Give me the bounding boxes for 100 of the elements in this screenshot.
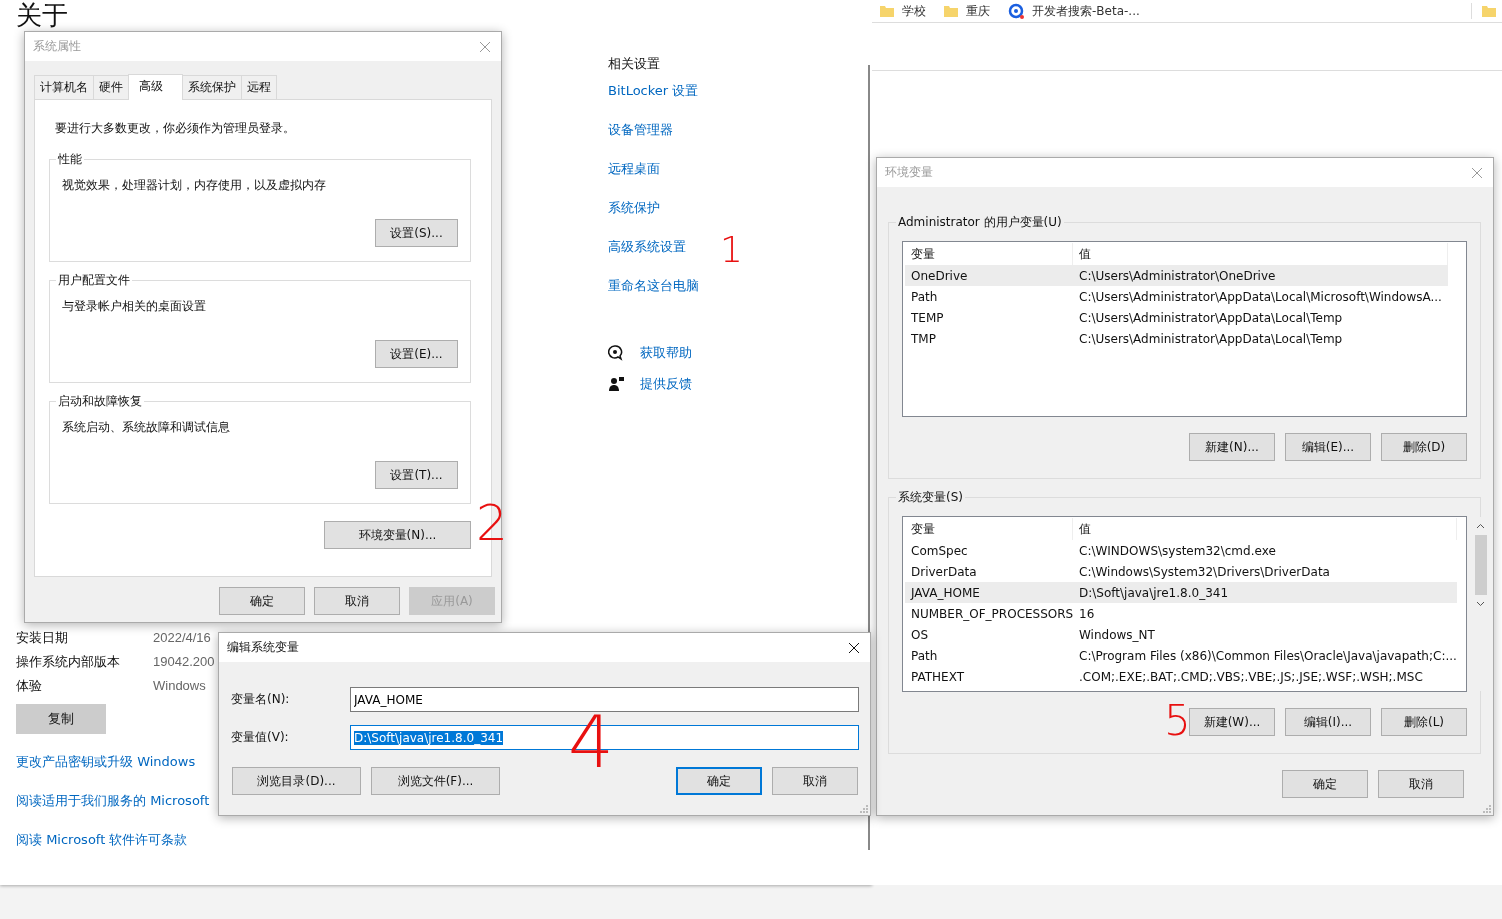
bookmark[interactable]: 学校 [880, 2, 926, 20]
table-cell-text: OneDrive [910, 268, 969, 283]
person-icon [608, 376, 624, 392]
window-title: 编辑系统变量 [227, 639, 299, 656]
table-cell-text: C:\Users\Administrator\OneDrive [1078, 268, 1277, 283]
button[interactable]: 确定 [676, 767, 762, 795]
button[interactable]: 设置(S)... [375, 219, 458, 247]
list-row[interactable]: PATHEXT .COM;.EXE;.BAT;.CMD;.VBS;.VBE;.JS;.JSE;.WSF;.WSH;.MSC [905, 666, 1457, 687]
table-cell-text: .COM;.EXE;.BAT;.CMD;.VBS;.VBE;.JS;.JSE;.WSF;.WSH;.MSC [1078, 669, 1424, 684]
section-heading: 相关设置 [608, 55, 661, 73]
field-label: 变量值(V): [231, 729, 290, 746]
link[interactable]: 远程桌面 [608, 159, 660, 179]
group-description: 系统启动、系统故障和调试信息 [62, 419, 231, 436]
group-title: 用户配置文件 [56, 272, 132, 289]
button[interactable]: 编辑(I)... [1285, 708, 1371, 736]
info-value: 2022/4/16 [153, 629, 211, 647]
button[interactable]: 浏览文件(F)... [371, 767, 500, 795]
window-title: 系统属性 [33, 38, 81, 55]
button[interactable]: 确定 [219, 587, 305, 615]
list-row[interactable]: TMP C:\Users\Administrator\AppData\Local\Temp [905, 328, 1448, 349]
button[interactable]: 确定 [1282, 770, 1368, 798]
list-row[interactable]: Path C:\Users\Administrator\AppData\Local\Microsoft\WindowsA... [905, 286, 1448, 307]
bookmark[interactable]: 开发者搜索-Beta-... [1008, 2, 1140, 20]
bookmark[interactable]: 重庆 [944, 2, 990, 20]
link[interactable]: 阅读 Microsoft 软件许可条款 [16, 830, 188, 850]
button[interactable]: 删除(D) [1381, 433, 1467, 461]
handwritten-number: 1 [720, 232, 743, 268]
button[interactable]: 浏览目录(D)... [232, 767, 361, 795]
button[interactable]: 取消 [314, 587, 400, 615]
table-cell-text: Path [910, 648, 939, 663]
table-cell-text: OS [910, 627, 930, 642]
link[interactable]: BitLocker 设置 [608, 81, 699, 101]
table-cell-text: C:\Program Files (x86)\Common Files\Oracle\Java\javapath;C:... [1078, 648, 1457, 663]
button[interactable]: 删除(L) [1381, 708, 1467, 736]
table-cell-text: NUMBER_OF_PROCESSORS [910, 606, 1073, 621]
window-title: 环境变量 [885, 164, 933, 181]
folder-icon [880, 5, 894, 17]
list-row[interactable]: NUMBER_OF_PROCESSORS 16 [905, 603, 1457, 624]
target-icon [1008, 3, 1024, 19]
link[interactable]: 系统保护 [608, 198, 660, 218]
info-value: Windows [153, 677, 206, 695]
link[interactable]: 高级系统设置 [608, 237, 686, 257]
copy-button[interactable]: 复制 [16, 704, 106, 734]
table-cell-text: C:\Users\Administrator\AppData\Local\Microsoft\WindowsA... [1078, 289, 1443, 304]
list-row[interactable]: TEMP C:\Users\Administrator\AppData\Local\Temp [905, 307, 1448, 328]
table-cell-text: ComSpec [910, 543, 969, 558]
info-label: 安装日期 [16, 629, 69, 647]
table-cell-text: PATHEXT [910, 669, 966, 684]
info-value: 19042.200 [153, 653, 215, 671]
notice-text: 要进行大多数更改，你必须作为管理员登录。 [55, 120, 296, 137]
field-label: 变量名(N): [231, 691, 291, 708]
button[interactable]: 新建(W)... [1189, 708, 1275, 736]
table-cell-text: C:\Users\Administrator\AppData\Local\Temp [1078, 310, 1344, 325]
list-row[interactable]: DriverData C:\Windows\System32\Drivers\DriverData [905, 561, 1457, 582]
list-row[interactable]: ComSpec C:\WINDOWS\system32\cmd.exe [905, 540, 1457, 561]
table-cell-text: D:\Soft\java\jre1.8.0_341 [1078, 585, 1230, 600]
list-row[interactable]: OS Windows_NT [905, 624, 1457, 645]
button[interactable]: 设置(E)... [375, 340, 458, 368]
button[interactable]: 编辑(E)... [1285, 433, 1371, 461]
button[interactable]: 新建(N)... [1189, 433, 1275, 461]
chat-bubble-icon [608, 345, 624, 361]
list-row[interactable]: JAVA_HOME D:\Soft\java\jre1.8.0_341 [905, 582, 1457, 603]
column-header[interactable]: 值 [1073, 518, 1457, 540]
list-row[interactable]: Path C:\Program Files (x86)\Common Files\Oracle\Java\javapath;C:... [905, 645, 1457, 666]
handwritten-number: 5 [1164, 700, 1191, 742]
link[interactable]: 更改产品密钥或升级 Windows [16, 752, 196, 772]
table-cell-text: TMP [910, 331, 937, 346]
table-cell-text: JAVA_HOME [909, 585, 981, 600]
group-title: 性能 [56, 151, 84, 168]
table-cell-text: TEMP [910, 310, 945, 325]
button[interactable]: 取消 [1378, 770, 1464, 798]
button[interactable]: 设置(T)... [375, 461, 458, 489]
tab[interactable]: 高级 [128, 74, 183, 100]
list-row[interactable]: OneDrive C:\Users\Administrator\OneDrive [905, 265, 1448, 286]
link[interactable]: 提供反馈 [640, 374, 692, 394]
column-header[interactable]: 变量 [905, 518, 1073, 540]
table-cell-text: C:\Users\Administrator\AppData\Local\Temp [1078, 331, 1344, 346]
link[interactable]: 设备管理器 [608, 120, 673, 140]
resize-grip-icon [1483, 805, 1491, 813]
link[interactable]: 获取帮助 [640, 343, 692, 363]
tab[interactable]: 远程 [241, 75, 277, 99]
button[interactable]: 取消 [772, 767, 858, 795]
button[interactable]: 环境变量(N)... [324, 521, 471, 549]
link[interactable]: 重命名这台电脑 [608, 276, 699, 296]
folder-icon [1482, 5, 1496, 17]
info-label: 体验 [16, 677, 43, 695]
group-description: 与登录帐户相关的桌面设置 [62, 298, 207, 315]
close-icon[interactable] [848, 641, 860, 654]
tab[interactable]: 计算机名 [34, 75, 94, 99]
table-cell-text: Path [910, 289, 939, 304]
table-cell-text: DriverData [910, 564, 978, 579]
link[interactable]: 阅读适用于我们服务的 Microsoft [16, 791, 210, 811]
table-cell-text: C:\Windows\System32\Drivers\DriverData [1078, 564, 1331, 579]
group-description: 视觉效果，处理器计划，内存使用，以及虚拟内存 [62, 177, 327, 194]
table-cell-text: 16 [1078, 606, 1096, 621]
table-cell-text: Windows_NT [1078, 627, 1156, 642]
page-title: 关于 [16, 0, 68, 30]
input-field[interactable]: JAVA_HOME [350, 687, 859, 712]
group-title: Administrator 的用户变量(U) [896, 214, 1064, 231]
group-title: 启动和故障恢复 [56, 393, 144, 410]
